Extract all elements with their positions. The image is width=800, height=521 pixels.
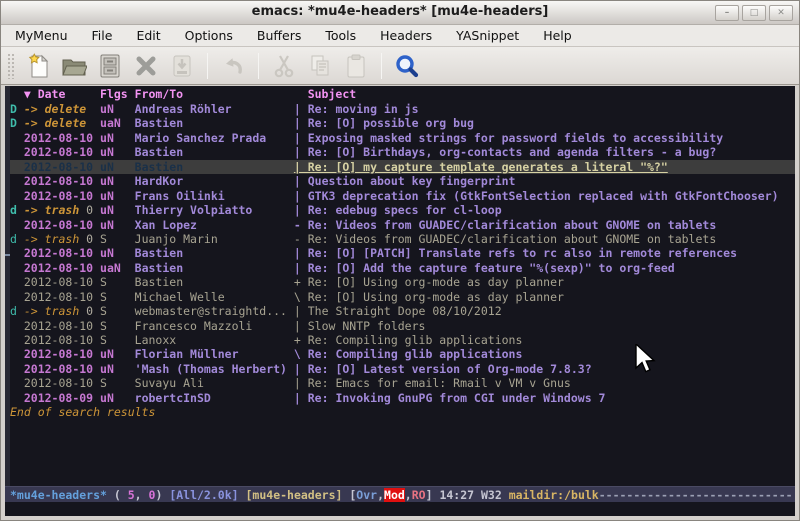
message-row[interactable]: 2012-08-10 uN Frans Oilinki | GTK3 depre… [5, 189, 795, 203]
message-row[interactable]: 2012-08-10 uN Florian Müllner \ Re: Comp… [5, 347, 795, 361]
end-of-results-text: End of search results [5, 405, 795, 419]
modeline-segment-plain: 14:27 W32 [439, 488, 508, 502]
toolbar-separator [207, 53, 208, 79]
copy-icon [305, 51, 335, 81]
menu-item-help[interactable]: Help [531, 26, 584, 45]
empty-buffer-space [5, 420, 795, 486]
header-line: ▼ Date Flgs From/To Subject [5, 86, 795, 102]
window-title: emacs: *mu4e-headers* [mu4e-headers] [1, 4, 799, 19]
new-file-icon[interactable] [23, 51, 53, 81]
modeline-segment-plain: ] [426, 488, 440, 502]
message-row[interactable]: 2012-08-10 uN HardKor | Question about k… [5, 174, 795, 188]
minimize-button[interactable]: – [715, 5, 739, 21]
modeline-segment-plain: ( [107, 488, 128, 502]
mode-line: *mu4e-headers* ( 5, 0) [All/2.0k] [mu4e-… [5, 486, 795, 502]
message-row[interactable]: d -> trash 0 uN Thierry Volpiatto | Re: … [5, 203, 795, 217]
modeline-segment-plain: [ [342, 488, 356, 502]
menu-item-options[interactable]: Options [173, 26, 245, 45]
menu-item-buffers[interactable]: Buffers [245, 26, 313, 45]
message-row[interactable]: 2012-08-10 uN Xan Lopez - Re: Videos fro… [5, 218, 795, 232]
window-controls: – □ ✕ [715, 5, 793, 21]
menu-item-tools[interactable]: Tools [313, 26, 368, 45]
echo-area [5, 502, 795, 516]
search-icon[interactable] [392, 51, 422, 81]
modeline-segment-plain: ) [155, 488, 169, 502]
message-list: D -> delete uN Andreas Röhler | Re: movi… [5, 102, 795, 405]
toolbar-separator [381, 53, 382, 79]
modeline-segment-maildir: maildir:/bulk [509, 488, 599, 502]
menu-bar: MyMenuFileEditOptionsBuffersToolsHeaders… [1, 25, 799, 47]
message-row[interactable]: 2012-08-10 S Lanoxx + Re: Compiling glib… [5, 333, 795, 347]
modeline-segment-count: [All/2.0k] [169, 488, 238, 502]
message-row[interactable]: d -> trash 0 S webmaster@straightd... | … [5, 304, 795, 318]
modeline-segment-plain: , [405, 488, 412, 502]
save-drawer-icon[interactable] [95, 51, 125, 81]
menu-item-yasnippet[interactable]: YASnippet [444, 26, 531, 45]
menu-item-mymenu[interactable]: MyMenu [3, 26, 80, 45]
message-row[interactable]: 2012-08-10 uN Bastien | Re: [O] [PATCH] … [5, 246, 795, 260]
message-row[interactable]: 2012-08-10 uN Bastien | Re: [O] Birthday… [5, 145, 795, 159]
close-button[interactable]: ✕ [769, 5, 793, 21]
modeline-segment-ro: RO [412, 488, 426, 502]
message-row[interactable]: 2012-08-10 S Bastien + Re: [O] Using org… [5, 275, 795, 289]
message-row[interactable]: D -> delete uN Andreas Röhler | Re: movi… [5, 102, 795, 116]
message-row[interactable]: d -> trash 0 S Juanjo Marin - Re: Videos… [5, 232, 795, 246]
buffer-area: ▼ Date Flgs From/To Subject D -> delete … [5, 86, 795, 516]
menu-item-edit[interactable]: Edit [124, 26, 172, 45]
title-bar[interactable]: emacs: *mu4e-headers* [mu4e-headers] – □… [1, 1, 799, 25]
menu-item-file[interactable]: File [80, 26, 125, 45]
modeline-segment-mod: Mod [384, 488, 405, 502]
modeline-segment-num: 5 [128, 488, 135, 502]
emacs-window: emacs: *mu4e-headers* [mu4e-headers] – □… [0, 0, 800, 521]
message-row[interactable]: 2012-08-09 uN robertcInSD | Re: Invoking… [5, 391, 795, 405]
message-row[interactable]: 2012-08-10 uN Mario Sanchez Prada | Expo… [5, 131, 795, 145]
message-row[interactable]: D -> delete uaN Bastien | Re: [O] possib… [5, 116, 795, 130]
toolbar-separator [258, 53, 259, 79]
toolbar-grip-handle[interactable] [7, 53, 16, 79]
menu-item-headers[interactable]: Headers [368, 26, 444, 45]
message-row[interactable]: 2012-08-10 uN 'Mash (Thomas Herbert) | R… [5, 362, 795, 376]
message-row[interactable]: 2012-08-10 S Suvayu Ali | Re: Emacs for … [5, 376, 795, 390]
cut-icon [269, 51, 299, 81]
modeline-segment-plain: , [135, 488, 149, 502]
open-folder-icon[interactable] [59, 51, 89, 81]
modeline-segment-plain: , [377, 488, 384, 502]
message-row[interactable]: 2012-08-10 uN Bastien | Re: [O] my captu… [5, 160, 795, 174]
tool-bar [1, 47, 799, 85]
modeline-segment-ovr: Ovr [356, 488, 377, 502]
modeline-segment-plain [239, 488, 246, 502]
maximize-button[interactable]: □ [742, 5, 766, 21]
current-line-fringe-mark [5, 254, 10, 256]
message-row[interactable]: 2012-08-10 uaN Bastien | Re: [O] Add the… [5, 261, 795, 275]
mouse-cursor [634, 344, 656, 374]
close-buffer-icon[interactable] [131, 51, 161, 81]
save-as-icon [167, 51, 197, 81]
modeline-segment-mode: [mu4e-headers] [246, 488, 343, 502]
undo-icon [218, 51, 248, 81]
message-row[interactable]: 2012-08-10 S Michael Welle \ Re: [O] Usi… [5, 290, 795, 304]
paste-icon [341, 51, 371, 81]
modeline-segment-dashes: ---------------------------- [599, 488, 793, 502]
modeline-segment-buffer: *mu4e-headers* [10, 488, 107, 502]
left-fringe [5, 86, 10, 486]
message-row[interactable]: 2012-08-10 S Francesco Mazzoli | Slow NN… [5, 319, 795, 333]
